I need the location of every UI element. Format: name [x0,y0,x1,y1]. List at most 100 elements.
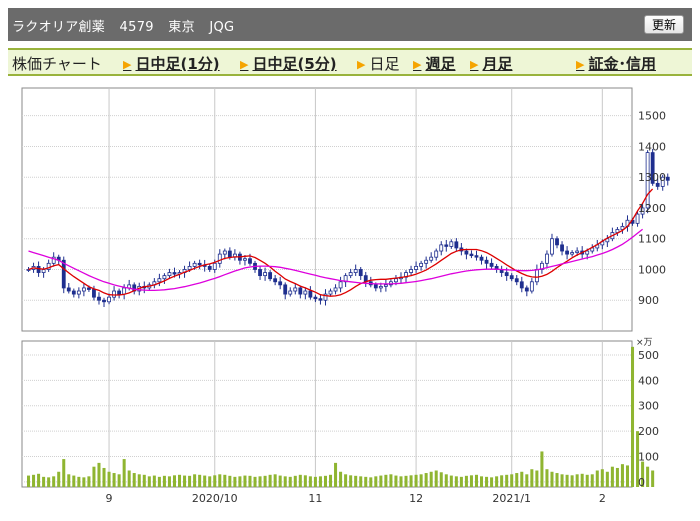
tab-daily: ▶ 日足 [357,53,399,74]
candle-up [217,253,222,264]
tab-intraday-5min[interactable]: ▶ 日中足(5分) [240,53,337,74]
candle-up [243,258,247,261]
volume-bar [293,475,297,487]
tab-margin[interactable]: ▶ 証金･信用 [576,53,656,74]
tab-label: 日中足(5分) [252,55,337,73]
price-tick-label: 1200 [638,202,666,215]
arrow-right-icon: ▶ [576,58,585,71]
candle-down [197,262,202,266]
candle-up [222,250,227,255]
volume-bar [384,474,388,487]
candle-up [182,269,187,273]
candle-down [71,290,76,295]
candle-down [489,262,494,267]
candle-down [298,287,303,295]
volume-bar [27,475,31,487]
volume-bar [636,431,640,487]
chart-header: ラクオリア創薬 4579 東京 JQG 更新 [8,8,692,41]
candle-up [575,250,580,253]
tab-weekly[interactable]: ▶ 週足 [413,53,455,74]
volume-bar [147,476,151,487]
arrow-right-icon: ▶ [240,58,249,71]
volume-bar [454,476,458,487]
candle-down [258,269,262,277]
candle-down [358,269,363,277]
volume-bar [354,475,358,487]
volume-bar [102,467,106,487]
volume-bar [253,476,257,487]
volume-bar [419,474,423,487]
volume-bar [92,466,96,487]
volume-bar [87,476,91,487]
candle-down [248,258,252,264]
tab-monthly[interactable]: ▶ 月足 [470,53,512,74]
volume-bar [213,475,217,487]
volume-bar [112,473,116,487]
volume-bar [389,474,393,487]
volume-bar [540,451,544,487]
candle-up [328,290,333,295]
candle-down [278,281,283,286]
volume-bar [615,467,619,487]
candle-up [187,266,192,270]
volume-bar [444,474,448,487]
candle-down [273,278,278,283]
candle-up [429,256,434,261]
candle-down [92,289,96,298]
volume-tick-label: 500 [638,349,659,362]
x-tick-label: 9 [106,492,113,505]
volume-bar [162,475,166,487]
candle-up [645,152,650,209]
volume-bar [188,475,192,487]
volume-bar [641,461,645,487]
volume-bar [107,471,111,487]
candle-up [620,226,625,230]
candle-down [494,266,499,270]
volume-bar [283,476,287,487]
volume-bar [575,474,579,487]
volume-bar [82,477,86,487]
tab-intraday-1min[interactable]: ▶ 日中足(1分) [123,53,220,74]
volume-bar [117,474,121,487]
candle-up [529,281,534,292]
candle-up [348,272,353,277]
candle-up [404,272,408,278]
volume-bar [268,474,272,487]
volume-bar [520,471,524,487]
volume-bar [651,470,655,487]
candle-down [499,269,504,273]
volume-bar [223,474,227,487]
candle-down [36,266,41,273]
candle-up [615,229,620,233]
arrow-right-icon: ▶ [123,58,132,71]
candle-up [162,275,167,280]
tab-label: 月足 [482,55,513,73]
candle-down [268,272,273,280]
candle-up [157,278,162,283]
volume-bar [157,476,161,487]
volume-bar [490,477,494,487]
volume-bar [374,476,378,487]
volume-bar [414,474,418,487]
candle-down [504,272,509,277]
candle-down [102,299,106,303]
price-tick-label: 1100 [638,233,666,246]
candle-up [122,287,127,295]
candle-up [378,285,383,289]
refresh-button[interactable]: 更新 [644,15,684,34]
candle-up [41,269,46,273]
candle-up [112,290,116,298]
volume-bar [369,477,373,487]
volume-tick-label: 200 [638,425,659,438]
arrow-right-icon: ▶ [470,58,479,71]
volume-bar [449,475,453,487]
volume-bar [555,473,559,487]
volume-bar [525,474,529,487]
volume-bar [308,476,312,487]
volume-tick-label: 100 [638,451,659,464]
volume-bar [585,474,589,487]
volume-bar [248,475,252,487]
candle-up [600,241,605,246]
volume-bar [32,474,36,487]
candle-down [253,262,257,270]
